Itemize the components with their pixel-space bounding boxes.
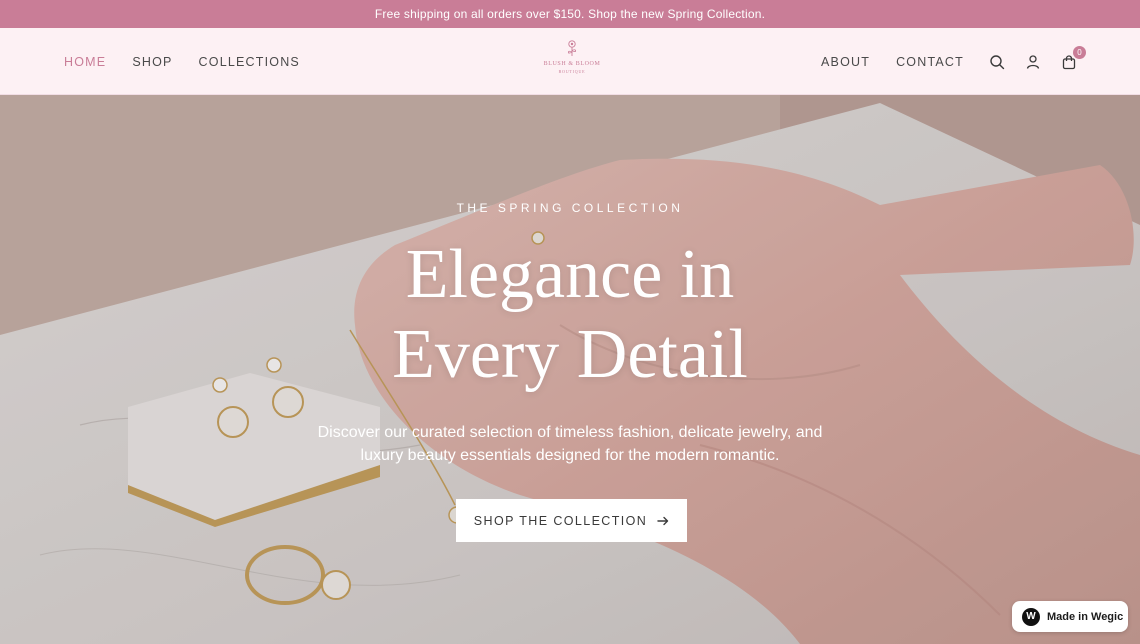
search-button[interactable]	[988, 53, 1006, 71]
flower-logo-icon	[567, 40, 577, 56]
header-actions: 0	[988, 28, 1086, 95]
shop-collection-label: SHOP THE COLLECTION	[473, 513, 648, 528]
search-icon	[990, 54, 1005, 69]
hero-headline-line1: Elegance in	[405, 236, 735, 313]
arrow-right-icon	[657, 516, 669, 525]
hero-content: THE SPRING COLLECTION Elegance in Every …	[270, 95, 870, 644]
cart-button[interactable]: 0	[1060, 45, 1086, 71]
nav-shop-link[interactable]: SHOP	[132, 55, 172, 69]
primary-nav-left: HOME SHOP COLLECTIONS	[64, 28, 300, 95]
announcement-bar: Free shipping on all orders over $150. S…	[0, 0, 1140, 28]
made-in-wegic-label: Made in Wegic	[1047, 610, 1124, 623]
site-header: HOME SHOP COLLECTIONS BLUSH & BLOOM BOUT…	[0, 28, 1140, 95]
hero-subtext: Discover our curated selection of timele…	[317, 424, 823, 464]
nav-collections-link[interactable]: COLLECTIONS	[199, 55, 300, 69]
logo-tagline: BOUTIQUE	[558, 69, 586, 74]
cart-count-badge: 0	[1073, 45, 1086, 59]
nav-home-link[interactable]: HOME	[64, 55, 106, 69]
user-icon	[1026, 54, 1040, 69]
wegic-logo-icon: W	[1022, 607, 1040, 626]
nav-contact-link[interactable]: CONTACT	[896, 55, 964, 69]
announcement-text: Free shipping on all orders over $150. S…	[374, 7, 766, 21]
logo-name: BLUSH & BLOOM	[543, 61, 601, 67]
hero-eyebrow: THE SPRING COLLECTION	[456, 201, 684, 215]
hero-section: THE SPRING COLLECTION Elegance in Every …	[0, 95, 1140, 644]
primary-nav-right: ABOUT CONTACT	[821, 28, 964, 95]
brand-logo[interactable]: BLUSH & BLOOM BOUTIQUE	[541, 38, 603, 84]
hero-headline: Elegance in Every Detail	[270, 235, 870, 395]
account-button[interactable]	[1024, 53, 1042, 71]
made-in-wegic-badge[interactable]: W Made in Wegic	[1012, 601, 1128, 632]
nav-about-link[interactable]: ABOUT	[821, 55, 870, 69]
hero-headline-line2: Every Detail	[392, 316, 748, 393]
shop-collection-button[interactable]: SHOP THE COLLECTION	[456, 499, 687, 542]
